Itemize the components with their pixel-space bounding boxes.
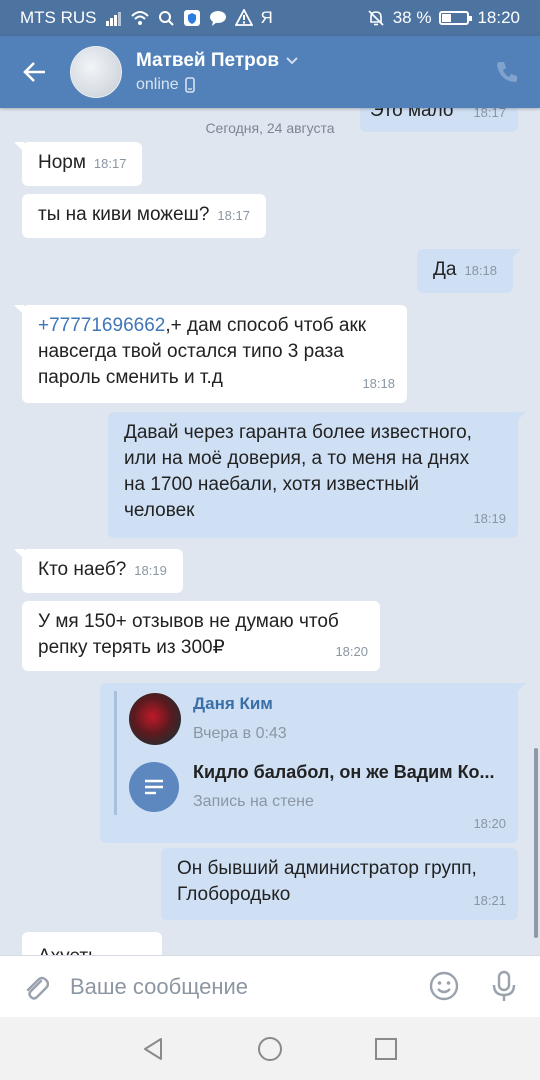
- contact-info[interactable]: Матвей Петров online: [136, 50, 299, 94]
- message-time: 18:19: [134, 563, 167, 578]
- emoji-icon[interactable]: [428, 970, 460, 1002]
- contact-name: Матвей Петров: [136, 50, 280, 71]
- message-bubble-out[interactable]: Давай через гаранта более известного, ил…: [108, 412, 526, 538]
- warning-icon: [234, 9, 253, 26]
- mobile-device-icon: [184, 77, 195, 93]
- chevron-down-icon: [286, 57, 298, 65]
- microphone-icon[interactable]: [490, 970, 518, 1004]
- message-list[interactable]: Это мало 18:17 Сегодня, 24 августа Норм 1…: [0, 108, 540, 955]
- arrow-left-icon: [23, 62, 45, 82]
- message-bubble-in[interactable]: +77771696662,+ дам способ чтоб акк навсе…: [14, 305, 407, 403]
- chat-header: Матвей Петров online: [0, 36, 540, 108]
- message-text: Да: [433, 259, 457, 280]
- message-time: 18:18: [362, 376, 395, 391]
- message-bubble-out[interactable]: Да 18:18: [417, 249, 521, 293]
- message-text: на 1700 наебали, хотя известный: [124, 474, 420, 495]
- contact-status: online: [136, 76, 179, 93]
- message-bubble-in[interactable]: ты на киви можеш? 18:17: [22, 194, 266, 238]
- document-icon: [129, 762, 179, 812]
- message-text: Ахуеть: [38, 946, 98, 955]
- message-time: 18:18: [464, 263, 497, 278]
- nav-recents-icon[interactable]: [373, 1036, 399, 1062]
- phone-call-icon[interactable]: [494, 59, 520, 85]
- message-bubble-out[interactable]: Даня Ким Вчера в 0:43 Кидло балабол, он …: [100, 683, 526, 843]
- message-bubble-in[interactable]: У мя 150+ отзывов не думаю чтоб репку те…: [22, 601, 380, 671]
- date-separator: Сегодня, 24 августа: [205, 120, 335, 136]
- clock: 18:20: [477, 8, 520, 27]
- message-text: Кто наеб?: [38, 559, 127, 580]
- attachment-subtitle: Запись на стене: [193, 793, 314, 810]
- nav-home-icon[interactable]: [257, 1036, 283, 1062]
- battery-icon: [439, 11, 473, 25]
- shield-icon: [183, 10, 200, 26]
- message-composer: [0, 955, 540, 1017]
- message-bubble-in[interactable]: Кто наеб? 18:19: [14, 549, 183, 593]
- wall-post-attachment[interactable]: Кидло балабол, он же Вадим Ко... Запись …: [129, 759, 504, 815]
- message-text: ты на киви можеш?: [38, 204, 210, 225]
- message-text: человек: [124, 500, 195, 521]
- message-text: навсегда твой остался типо 3 раза: [38, 341, 344, 362]
- message-bubble-in[interactable]: Норм 18:17: [13, 142, 143, 186]
- contact-avatar[interactable]: [70, 46, 122, 98]
- forwarded-message[interactable]: Даня Ким Вчера в 0:43 Кидло балабол, он …: [114, 691, 504, 815]
- mute-bell-icon: [368, 10, 384, 26]
- message-time: 18:19: [473, 511, 506, 526]
- back-button[interactable]: [0, 36, 70, 108]
- message-time: 18:21: [473, 893, 506, 908]
- message-text: репку терять из 300₽: [38, 637, 225, 658]
- message-text: Он бывший администратор групп,: [177, 858, 477, 879]
- message-bubble-in[interactable]: Ахуеть: [22, 932, 162, 955]
- status-bar: MTS RUS Я 38 % 18:20: [0, 0, 540, 36]
- attachment-title: Кидло балабол, он же Вадим Ко...: [193, 762, 495, 782]
- paperclip-icon: [26, 976, 49, 1000]
- chat-icon: [209, 11, 226, 26]
- forwarded-date: Вчера в 0:43: [193, 725, 287, 742]
- message-time: 18:20: [473, 816, 506, 831]
- message-text: У мя 150+ отзывов не думаю чтоб: [38, 611, 339, 632]
- yandex-glyph: Я: [260, 8, 273, 27]
- wifi-icon: [130, 11, 149, 25]
- message-text: или на моё доверия, а то меня на днях: [124, 448, 470, 469]
- message-input[interactable]: [70, 973, 410, 1000]
- carrier-label: MTS RUS: [20, 8, 97, 27]
- message-bubble-out[interactable]: Он бывший администратор групп, Глобородь…: [161, 848, 518, 920]
- message-time: 18:17: [93, 156, 127, 171]
- attach-button[interactable]: [0, 972, 70, 1002]
- message-text: пароль сменить и т.д: [38, 367, 223, 388]
- nav-back-icon[interactable]: [141, 1036, 167, 1062]
- signal-icon: [105, 12, 121, 26]
- message-text: Норм: [38, 152, 86, 173]
- forwarded-author-avatar[interactable]: [129, 693, 181, 745]
- scrollbar[interactable]: [534, 748, 538, 938]
- message-time: 18:17: [217, 208, 250, 223]
- forwarded-author-name[interactable]: Даня Ким: [193, 691, 287, 717]
- search-app-icon: [158, 11, 174, 26]
- message-text: Глобородько: [177, 884, 291, 905]
- phone-number-link[interactable]: +77771696662: [38, 315, 165, 336]
- message-time: 18:20: [335, 644, 368, 659]
- message-text: Давай через гаранта более известного,: [124, 422, 472, 443]
- battery-percent: 38 %: [392, 8, 432, 27]
- message-text: ,+ дам способ чтоб акк: [165, 315, 367, 336]
- system-nav-bar: [0, 1017, 540, 1080]
